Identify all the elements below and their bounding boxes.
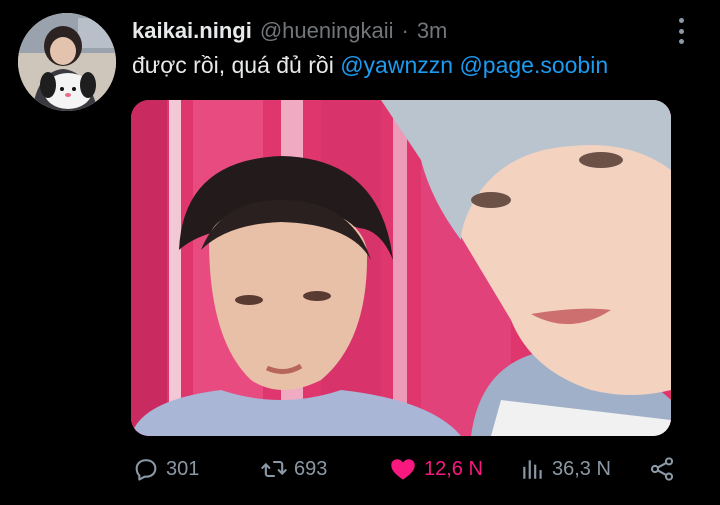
like-button[interactable]: 12,6 N [388,452,483,486]
tweet-media[interactable] [131,100,671,436]
separator-dot: · [401,18,409,43]
like-count: 12,6 N [424,457,483,480]
views-count: 36,3 N [552,457,611,480]
reply-button[interactable]: 301 [132,452,199,486]
display-name[interactable]: kaikai.ningi [132,18,252,44]
speech-bubble-icon [135,459,157,481]
retweet-count: 693 [294,457,328,480]
retweet-button[interactable]: 693 [260,452,327,486]
avatar[interactable] [18,13,116,111]
share-icon [650,457,674,481]
timestamp[interactable]: 3m [417,18,448,44]
bar-chart-icon [523,460,542,479]
mention-link[interactable]: @yawnzzn [340,52,453,78]
retweet-icon [261,460,287,478]
reply-count: 301 [166,457,200,480]
media-photo [131,100,671,436]
tweet-text: được rồi, quá đủ rồi @yawnzzn @page.soob… [132,52,608,79]
heart-icon [391,459,415,480]
views-button[interactable]: 36,3 N [520,452,611,486]
vertical-dots-icon[interactable] [676,18,686,44]
mention-link[interactable]: @page.soobin [459,52,608,78]
tweet-text-body: được rồi, quá đủ rồi [132,52,334,78]
user-handle[interactable]: @hueningkaii [260,18,394,44]
tweet[interactable]: kaikai.ningi @hueningkaii · 3m được rồi,… [0,0,720,505]
avatar-image [18,13,116,111]
tweet-actions: 301 693 12,6 N 36,3 N [130,452,690,486]
tweet-header: kaikai.ningi @hueningkaii · 3m [132,18,447,46]
share-button[interactable] [648,452,676,486]
